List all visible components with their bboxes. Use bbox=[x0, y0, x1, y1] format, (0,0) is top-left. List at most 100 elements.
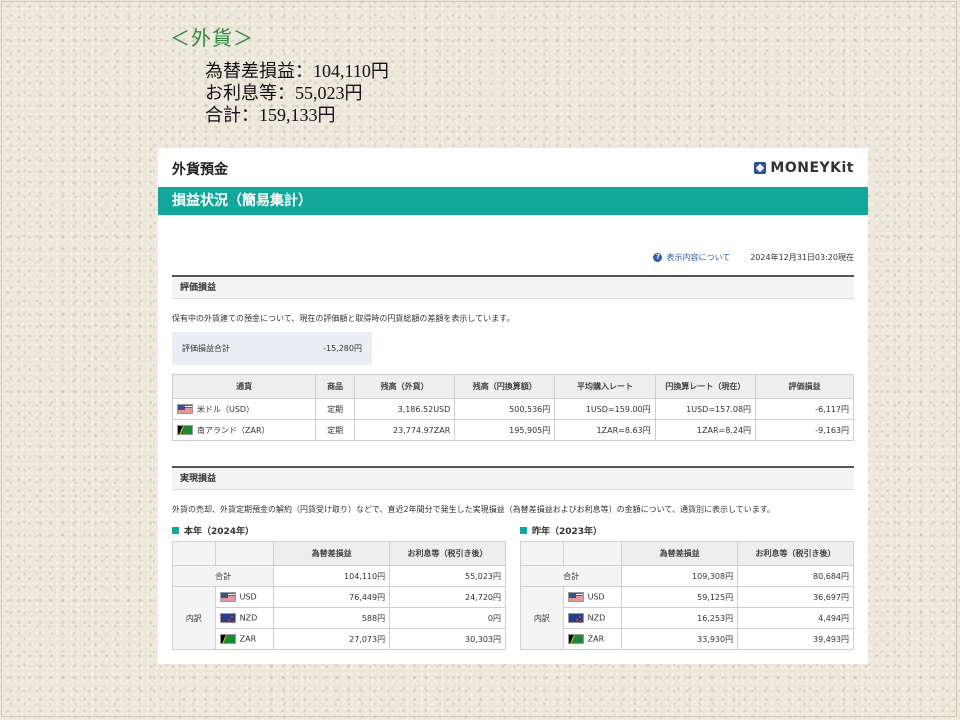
as-of-timestamp: 2024年12月31日03:20現在 bbox=[750, 253, 854, 262]
help-link-label: 表示内容について bbox=[666, 253, 731, 262]
nz-flag-icon bbox=[567, 613, 584, 623]
fx-cell: 76,449円 bbox=[273, 586, 391, 608]
currency-cell: NZD bbox=[214, 607, 275, 629]
col-interest: お利息等（税引き後） bbox=[737, 541, 854, 566]
summary-total-line: 合計：159,133円 bbox=[205, 105, 336, 125]
interest-cell: 36,697円 bbox=[737, 586, 854, 608]
product-cell: 定期 bbox=[315, 398, 355, 420]
currency-code: NZD bbox=[587, 613, 606, 623]
za-flag-icon bbox=[177, 425, 193, 435]
valuation-description: 保有中の外貨建ての預金について、現在の評価額と取得時の円貨総額の差額を表示してい… bbox=[172, 314, 515, 323]
currency-code: ZAR bbox=[587, 634, 605, 644]
valuation-total-box: 評価損益合計 -15,280円 bbox=[172, 332, 372, 365]
blank-header bbox=[520, 541, 564, 566]
breakdown-label: 内訳 bbox=[520, 586, 564, 650]
info-row: ? 表示内容について 2024年12月31日03:20現在 bbox=[653, 252, 854, 263]
moneykit-logo-icon bbox=[754, 162, 767, 174]
col-current-rate: 円換算レート（現在） bbox=[654, 374, 757, 399]
interest-cell: 4,494円 bbox=[737, 607, 854, 629]
last-year-title: 昨年（2023年） bbox=[520, 524, 602, 537]
pl-cell: -6,117円 bbox=[755, 398, 854, 420]
interest-cell: 39,493円 bbox=[737, 628, 854, 650]
interest-cell: 24,720円 bbox=[389, 586, 506, 608]
za-flag-icon bbox=[219, 634, 236, 644]
table-row: 内訳 USD 59,125円 36,697円 bbox=[520, 586, 854, 650]
table-row: 内訳 USD 76,449円 24,720円 bbox=[172, 586, 506, 650]
square-bullet-icon bbox=[520, 527, 527, 534]
currency-cell: 南アランド（ZAR） bbox=[171, 419, 317, 441]
col-interest: お利息等（税引き後） bbox=[389, 541, 506, 566]
current-rate-cell: 1USD=157.08円 bbox=[654, 398, 757, 420]
currency-code: USD bbox=[587, 592, 605, 602]
summary-fx-line: 為替差損益：104,110円 bbox=[205, 61, 389, 81]
section-banner: 損益状況（簡易集計） bbox=[158, 187, 868, 215]
total-fx-cell: 104,110円 bbox=[273, 565, 391, 587]
avg-rate-cell: 1ZAR=8.63円 bbox=[554, 419, 656, 441]
table-header-row: 為替差損益 お利息等（税引き後） bbox=[520, 541, 854, 566]
balance-jpy-cell: 195,905円 bbox=[454, 419, 556, 441]
nz-flag-icon bbox=[219, 613, 236, 623]
col-currency: 通貨 bbox=[171, 374, 317, 399]
square-bullet-icon bbox=[172, 527, 179, 534]
total-row: 合計 104,110円 55,023円 bbox=[171, 565, 506, 587]
currency-cell: ZAR bbox=[214, 628, 275, 650]
blank-header bbox=[214, 541, 275, 566]
currency-code: ZAR bbox=[239, 634, 257, 644]
fx-cell: 588円 bbox=[273, 607, 391, 629]
currency-name: 米ドル（USD） bbox=[197, 404, 255, 414]
valuation-total-label: 評価損益合計 bbox=[182, 344, 230, 353]
currency-code: NZD bbox=[239, 613, 258, 623]
realized-description: 外貨の売却、外貨定期預金の解約（円貨受け取り）などで、直近2年間分で発生した実現… bbox=[172, 505, 775, 514]
fx-cell: 59,125円 bbox=[621, 586, 739, 608]
table-row: ZAR 33,930円 39,493円 bbox=[521, 628, 854, 650]
col-balance-jpy: 残高（円換算額） bbox=[454, 374, 556, 399]
col-pl: 評価損益 bbox=[755, 374, 854, 399]
currency-cell: ZAR bbox=[562, 628, 623, 650]
col-balance-fx: 残高（外貨） bbox=[353, 374, 456, 399]
this-year-table: 為替差損益 お利息等（税引き後） 合計 104,110円 55,023円 内訳 … bbox=[171, 541, 506, 650]
total-interest-cell: 80,684円 bbox=[737, 565, 854, 587]
fx-cell: 16,253円 bbox=[621, 607, 739, 629]
table-row: ZAR 27,073円 30,303円 bbox=[173, 628, 506, 650]
screenshot-panel: 外貨預金 MONEYKit 損益状況（簡易集計） ? 表示内容について 2024… bbox=[158, 148, 868, 664]
page-title: 外貨預金 bbox=[172, 162, 228, 178]
balance-jpy-cell: 500,536円 bbox=[454, 398, 556, 420]
product-cell: 定期 bbox=[315, 419, 355, 441]
currency-cell: 米ドル（USD） bbox=[171, 398, 317, 420]
last-year-title-text: 昨年（2023年） bbox=[532, 527, 603, 537]
interest-cell: 30,303円 bbox=[389, 628, 506, 650]
currency-code: USD bbox=[239, 592, 257, 602]
help-link[interactable]: ? 表示内容について bbox=[653, 252, 730, 263]
us-flag-icon bbox=[567, 592, 584, 602]
slide-heading: ＜外貨＞ bbox=[170, 26, 254, 50]
valuation-total-value: -15,280円 bbox=[323, 344, 362, 353]
current-rate-cell: 1ZAR=8.24円 bbox=[654, 419, 757, 441]
pl-cell: -9,163円 bbox=[755, 419, 854, 441]
interest-cell: 0円 bbox=[389, 607, 506, 629]
fx-cell: 33,930円 bbox=[621, 628, 739, 650]
total-label: 合計 bbox=[171, 565, 275, 587]
table-row: 米ドル（USD） 定期 3,186.52USD 500,536円 1USD=15… bbox=[171, 398, 854, 420]
blank-header bbox=[172, 541, 216, 566]
this-year-title-text: 本年（2024年） bbox=[184, 527, 255, 537]
us-flag-icon bbox=[219, 592, 236, 602]
this-year-title: 本年（2024年） bbox=[172, 524, 254, 537]
balance-fx-cell: 3,186.52USD bbox=[353, 398, 456, 420]
za-flag-icon bbox=[567, 634, 584, 644]
table-row: 南アランド（ZAR） 定期 23,774.97ZAR 195,905円 1ZAR… bbox=[171, 419, 854, 441]
us-flag-icon bbox=[177, 404, 193, 414]
blank-header bbox=[562, 541, 623, 566]
moneykit-logo: MONEYKit bbox=[754, 160, 854, 176]
valuation-table: 通貨 商品 残高（外貨） 残高（円換算額） 平均購入レート 円換算レート（現在）… bbox=[171, 374, 854, 441]
moneykit-logo-text: MONEYKit bbox=[770, 160, 854, 176]
currency-cell: USD bbox=[214, 586, 275, 608]
col-avg-rate: 平均購入レート bbox=[554, 374, 656, 399]
slide-summary: 為替差損益：104,110円 お利息等：55,023円 合計：159,133円 bbox=[205, 60, 389, 126]
realized-section-header: 実現損益 bbox=[172, 466, 854, 490]
table-header-row: 為替差損益 お利息等（税引き後） bbox=[172, 541, 506, 566]
currency-name: 南アランド（ZAR） bbox=[197, 425, 270, 435]
total-interest-cell: 55,023円 bbox=[389, 565, 506, 587]
col-fx: 為替差損益 bbox=[621, 541, 739, 566]
currency-cell: USD bbox=[562, 586, 623, 608]
currency-cell: NZD bbox=[562, 607, 623, 629]
